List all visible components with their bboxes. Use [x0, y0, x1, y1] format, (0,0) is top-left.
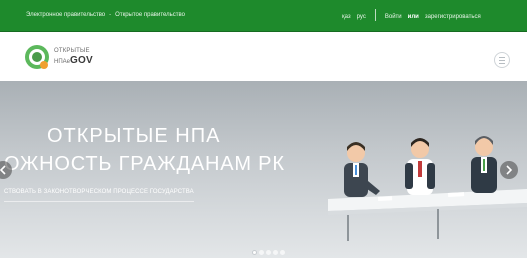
slider-dot[interactable] — [273, 250, 278, 255]
slider-dot[interactable] — [266, 250, 271, 255]
slider-dot[interactable] — [259, 250, 264, 255]
slider-dots — [252, 250, 285, 255]
hero-subtitle: ОЖНОСТЬ ГРАЖДАНАМ РК — [4, 153, 285, 175]
user-links: қаз рус Войти или зарегистрироваться — [342, 9, 481, 21]
top-bar: Электронное правительство - Открытое пра… — [0, 0, 527, 32]
chevron-left-icon — [0, 165, 6, 175]
slider-prev-button[interactable] — [0, 161, 12, 179]
lang-rus-link[interactable]: рус — [357, 14, 366, 20]
logo-text: ОТКРЫТЫЕ НПАeGOV — [54, 47, 93, 67]
hero-title: ОТКРЫТЫЕ НПА — [47, 125, 221, 147]
lang-kaz-link[interactable]: қаз — [342, 14, 351, 20]
lang-divider — [374, 9, 376, 21]
logo-npa: НПА — [54, 59, 67, 65]
egov-link[interactable]: Электронное правительство — [26, 12, 105, 18]
person-3-figure — [471, 136, 497, 193]
register-link[interactable]: зарегистрироваться — [425, 14, 481, 20]
menu-button[interactable] — [494, 52, 510, 68]
slider-next-button[interactable] — [500, 161, 518, 179]
person-2-figure — [405, 138, 435, 195]
site-logo[interactable]: ОТКРЫТЫЕ НПАeGOV — [24, 42, 114, 72]
person-1-figure — [344, 142, 380, 197]
logo-mark-icon — [25, 45, 49, 69]
open-gov-link[interactable]: Открытое правительство — [115, 12, 185, 18]
page: Электронное правительство - Открытое пра… — [0, 0, 527, 258]
header: ОТКРЫТЫЕ НПАeGOV — [0, 32, 527, 82]
meeting-illustration — [328, 136, 527, 241]
chevron-right-icon — [506, 165, 513, 175]
logo-line2: НПАeGOV — [54, 56, 93, 67]
slider-dot[interactable] — [252, 250, 257, 255]
hero-caption: СТВОВАТЬ В ЗАКОНОТВОРЧЕСКОМ ПРОЦЕССЕ ГОС… — [4, 189, 194, 202]
link-separator: - — [109, 12, 112, 18]
slider-dot[interactable] — [280, 250, 285, 255]
gov-links: Электронное правительство - Открытое пра… — [26, 12, 185, 18]
logo-gov: GOV — [70, 55, 93, 66]
or-text: или — [407, 13, 419, 20]
hero-slider: ОТКРЫТЫЕ НПА ОЖНОСТЬ ГРАЖДАНАМ РК СТВОВА… — [0, 81, 527, 258]
login-link[interactable]: Войти — [385, 14, 402, 20]
